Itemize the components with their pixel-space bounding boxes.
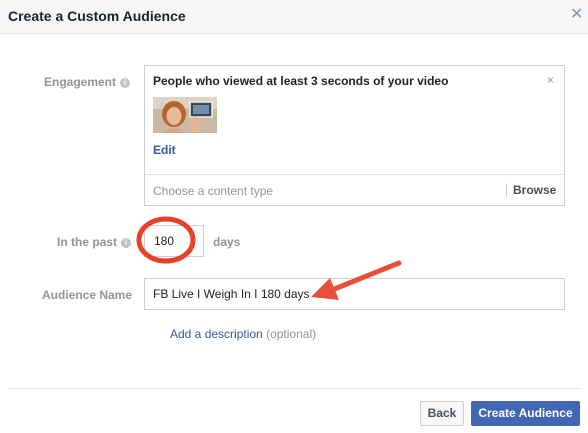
audience-name-input[interactable] xyxy=(144,278,565,310)
days-input[interactable] xyxy=(144,225,204,257)
content-type-input[interactable]: Choose a content type xyxy=(153,184,273,198)
create-audience-button[interactable]: Create Audience xyxy=(471,401,580,426)
edit-link[interactable]: Edit xyxy=(153,143,176,157)
add-description-row: Add a description (optional) xyxy=(170,327,316,341)
close-icon[interactable]: ✕ xyxy=(570,7,583,23)
optional-label: (optional) xyxy=(266,327,317,341)
browse-button[interactable]: Browse xyxy=(513,183,556,197)
engagement-criteria-title: People who viewed at least 3 seconds of … xyxy=(153,74,449,88)
divider xyxy=(506,183,507,197)
video-thumbnail xyxy=(153,97,217,133)
add-description-link[interactable]: Add a description xyxy=(170,327,263,341)
dialog-title: Create a Custom Audience xyxy=(8,8,186,24)
info-icon[interactable]: i xyxy=(120,78,131,88)
footer-divider xyxy=(8,388,580,389)
audience-name-label: Audience Name xyxy=(42,288,133,302)
engagement-label-row: Engagement i xyxy=(44,75,131,89)
remove-icon[interactable]: × xyxy=(547,73,554,87)
dialog-header: Create a Custom Audience ✕ xyxy=(0,0,588,34)
days-suffix: days xyxy=(213,235,241,249)
engagement-label: Engagement xyxy=(44,75,117,89)
info-icon[interactable]: i xyxy=(121,238,132,248)
back-button[interactable]: Back xyxy=(420,401,464,426)
in-the-past-label-row: In the past i xyxy=(57,235,132,249)
engagement-selector: People who viewed at least 3 seconds of … xyxy=(144,65,565,206)
in-the-past-label: In the past xyxy=(57,235,118,249)
divider xyxy=(145,174,564,175)
